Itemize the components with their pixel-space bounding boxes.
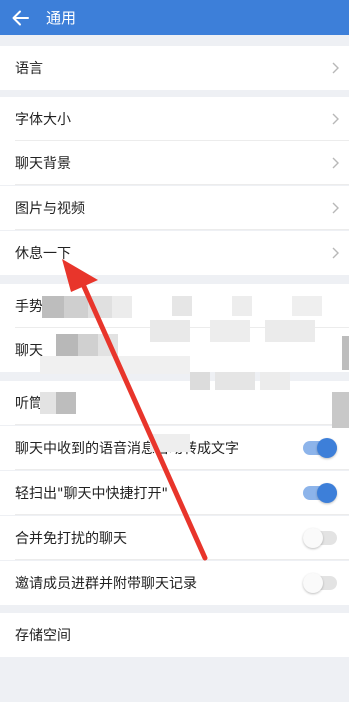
annotation-arrow-icon [62, 259, 208, 561]
